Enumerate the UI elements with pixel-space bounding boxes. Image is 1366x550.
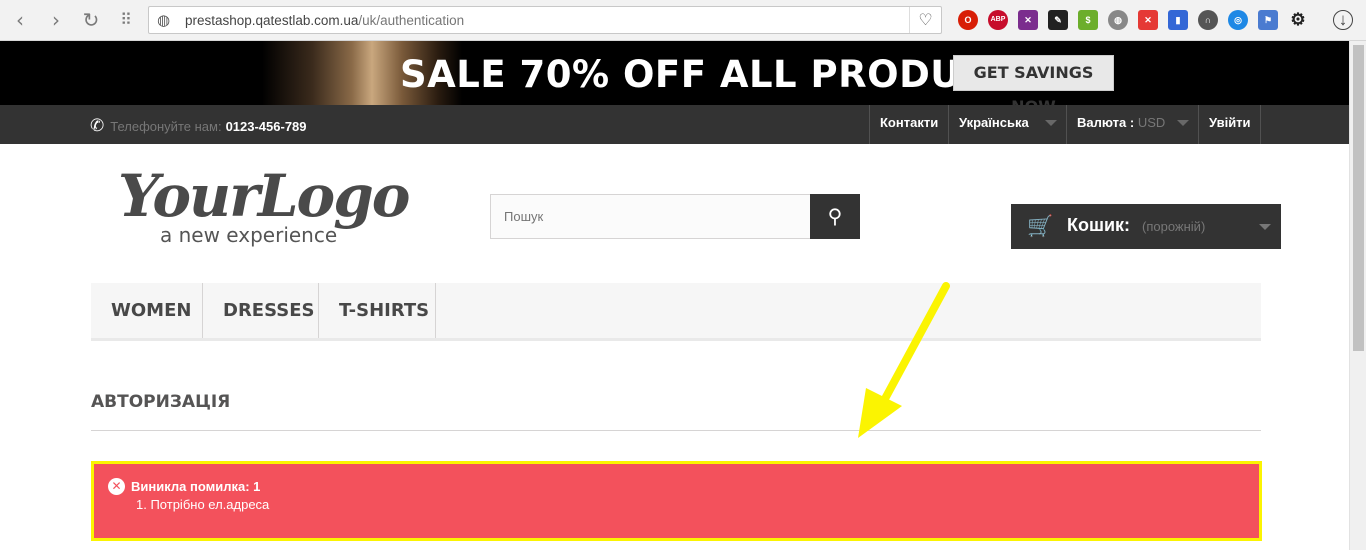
cart-icon: 🛒 — [1027, 214, 1054, 238]
search-button[interactable]: ⚲ — [810, 194, 860, 239]
phone-icon: ✆ — [90, 116, 105, 136]
bookmark-heart-icon[interactable]: ♡ — [909, 7, 941, 33]
phone-number: 0123-456-789 — [225, 119, 307, 134]
book-icon[interactable]: ▮ — [1168, 10, 1188, 30]
search-icon: ⚲ — [827, 204, 843, 228]
note-icon[interactable]: ✎ — [1048, 10, 1068, 30]
language-selector[interactable]: Українська — [948, 105, 1067, 144]
site-logo[interactable]: YourLogo a new experience — [118, 162, 410, 248]
main-menu: WOMEN DRESSES T-SHIRTS — [91, 283, 1261, 341]
top-nav-bar: ✆ Телефонуйте нам: 0123-456-789 Контакти У… — [0, 105, 1349, 144]
globe-icon: ◍ — [157, 11, 171, 29]
extension-icon[interactable]: $ — [1078, 10, 1098, 30]
download-icon[interactable]: ↓ — [1333, 10, 1353, 30]
back-icon[interactable]: ‹ — [8, 8, 32, 32]
shield-icon[interactable]: ✕ — [1138, 10, 1158, 30]
opera-icon[interactable]: O — [958, 10, 978, 30]
page-title: АВТОРИЗАЦІЯ — [91, 392, 231, 412]
promo-banner[interactable]: SALE 70% OFF ALL PRODUCTS GET SAVINGS NO… — [0, 41, 1349, 116]
phone-label: Телефонуйте нам: — [110, 119, 222, 134]
globe-icon[interactable]: ◍ — [1108, 10, 1128, 30]
contacts-link[interactable]: Контакти — [869, 105, 949, 144]
scrollbar-thumb[interactable] — [1353, 45, 1364, 351]
login-link[interactable]: Увійти — [1198, 105, 1261, 144]
cart-status: (порожній) — [1142, 219, 1206, 234]
menu-item-t-shirts[interactable]: T-SHIRTS — [319, 283, 436, 338]
cart-button[interactable]: 🛒 Кошик: (порожній) — [1011, 204, 1281, 249]
cart-label: Кошик: — [1067, 215, 1131, 235]
extension-icon[interactable]: ◎ — [1228, 10, 1248, 30]
currency-selector[interactable]: Валюта : USD — [1066, 105, 1199, 144]
chevron-down-icon — [1045, 120, 1057, 126]
adblock-icon[interactable]: ABP — [988, 10, 1008, 30]
search-box: ⚲ — [490, 194, 860, 239]
divider — [91, 430, 1261, 431]
extension-icon[interactable]: ⚑ — [1258, 10, 1278, 30]
chevron-down-icon — [1259, 224, 1271, 230]
extension-icon[interactable]: ✕ — [1018, 10, 1038, 30]
error-icon: ✕ — [108, 478, 125, 495]
url-text[interactable]: prestashop.qatestlab.com.ua/uk/authentic… — [185, 13, 464, 28]
search-input[interactable] — [491, 195, 810, 238]
scrollbar[interactable] — [1349, 41, 1366, 550]
error-alert: ✕ Виникла помилка: 1 1. Потрібно ел.адре… — [91, 461, 1262, 541]
menu-item-women[interactable]: WOMEN — [91, 283, 203, 338]
menu-item-dresses[interactable]: DRESSES — [203, 283, 319, 338]
address-bar[interactable]: ◍ prestashop.qatestlab.com.ua/uk/authent… — [148, 6, 942, 34]
banner-headline: SALE 70% OFF ALL PRODUCTS — [400, 53, 1042, 96]
headphones-icon[interactable]: ∩ — [1198, 10, 1218, 30]
get-savings-button[interactable]: GET SAVINGS NOW — [953, 55, 1114, 116]
annotation-arrow — [858, 282, 950, 438]
speed-dial-icon[interactable]: ⠿ — [114, 8, 138, 32]
reload-icon[interactable]: ↻ — [79, 8, 103, 32]
chevron-down-icon — [1177, 120, 1189, 126]
phone-info: ✆ Телефонуйте нам: 0123-456-789 — [90, 116, 307, 136]
error-title: Виникла помилка: 1 — [131, 479, 261, 494]
browser-toolbar: ‹ › ↻ ⠿ ◍ prestashop.qatestlab.com.ua/uk… — [0, 0, 1366, 41]
forward-icon[interactable]: › — [44, 8, 68, 32]
error-message: 1. Потрібно ел.адреса — [136, 497, 270, 512]
settings-icon[interactable]: ⚙ — [1288, 10, 1308, 30]
